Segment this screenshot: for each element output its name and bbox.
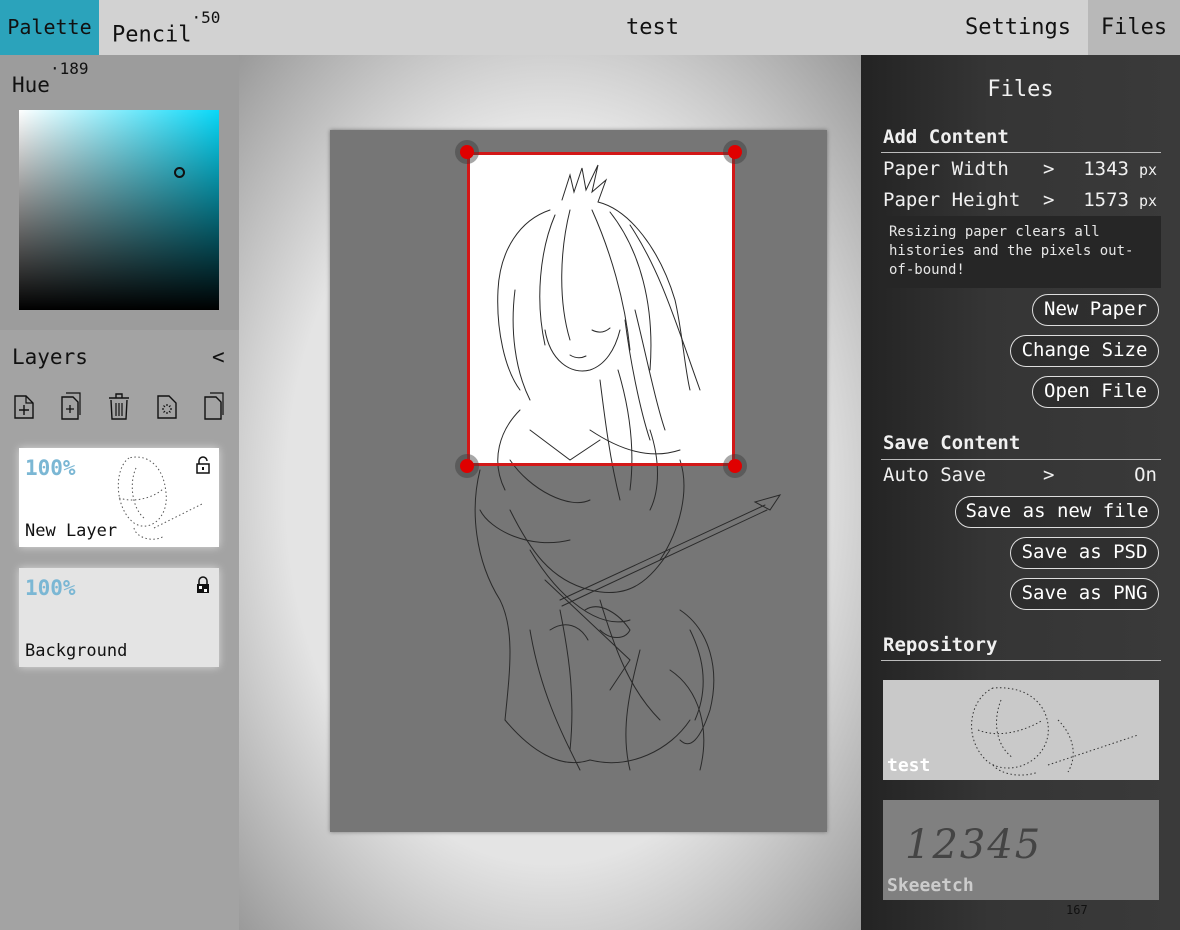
layers-title: Layers (12, 345, 88, 369)
chevron-right-icon: > (1043, 189, 1055, 211)
lock-icon[interactable] (195, 576, 211, 594)
auto-save-label: Auto Save (883, 464, 986, 486)
paper-height-label: Paper Height (883, 189, 1021, 211)
paper-width-value[interactable]: 1343 (1083, 158, 1129, 180)
canvas-area[interactable] (239, 55, 861, 930)
hue-control[interactable]: Hue·189 (12, 59, 88, 97)
paper-width-row[interactable]: Paper Width > 1343 px (883, 158, 1159, 186)
palette-tab-label: Palette (7, 15, 92, 39)
layer-name: New Layer (25, 521, 118, 541)
paper-height-row[interactable]: Paper Height > 1573 px (883, 189, 1159, 217)
chevron-right-icon: > (1043, 464, 1055, 486)
resize-warning: Resizing paper clears all histories and … (881, 216, 1161, 288)
repository-preview-text: 12345 (905, 822, 1043, 868)
divider (881, 152, 1161, 153)
left-panel: Hue·189 Layers < 100% New Layer 100% Bac… (0, 55, 239, 930)
open-file-button[interactable]: Open File (1032, 376, 1159, 408)
pencil-tool-button[interactable]: Pencil·50 (112, 0, 220, 55)
saturation-value-picker[interactable] (19, 110, 219, 310)
color-picker-cursor[interactable] (174, 167, 185, 178)
hue-label: Hue (12, 73, 50, 97)
duplicate-layer-icon[interactable] (60, 391, 84, 421)
paper-width-label: Paper Width (883, 158, 1009, 180)
clear-layer-icon[interactable] (155, 391, 179, 421)
layer-item-new-layer[interactable]: 100% New Layer (19, 448, 219, 547)
palette-tab[interactable]: Palette (0, 0, 99, 55)
unlock-icon[interactable] (195, 456, 211, 474)
chevron-right-icon: > (1043, 158, 1055, 180)
tool-size: 50 (201, 8, 221, 27)
resize-handle-top-left[interactable] (460, 145, 474, 159)
layer-name: Background (25, 641, 128, 661)
paper-width-unit: px (1138, 161, 1157, 179)
auto-save-row[interactable]: Auto Save > On (883, 464, 1159, 492)
repository-item-name: Skeeetch (887, 875, 974, 896)
settings-tab[interactable]: Settings (965, 0, 1071, 55)
save-content-title: Save Content (883, 432, 1021, 454)
add-content-title: Add Content (883, 126, 1009, 148)
save-as-psd-button[interactable]: Save as PSD (1010, 537, 1159, 569)
palette-area: Hue·189 (0, 55, 239, 330)
layer-item-background[interactable]: 100% Background (19, 568, 219, 667)
selection-rectangle[interactable] (467, 152, 735, 466)
merge-layer-icon[interactable] (203, 391, 227, 421)
repository-item-skeeetch[interactable]: 12345 Skeeetch (883, 800, 1159, 900)
hue-value: 189 (59, 59, 89, 78)
files-panel: Files Add Content Paper Width > 1343 px … (861, 55, 1180, 930)
save-as-new-file-button[interactable]: Save as new file (955, 496, 1159, 528)
resize-handle-bottom-right[interactable] (728, 459, 742, 473)
files-panel-title: Files (987, 77, 1054, 102)
repository-item-test[interactable]: test (883, 680, 1159, 780)
divider (881, 459, 1161, 460)
top-bar: Palette test Pencil·50 Settings Files (0, 0, 1180, 55)
save-as-png-button[interactable]: Save as PNG (1010, 578, 1159, 610)
delete-layer-icon[interactable] (107, 391, 131, 421)
repository-item-name: test (887, 755, 931, 776)
footer-number: 167 (1066, 903, 1088, 917)
layer-opacity[interactable]: 100% (25, 576, 76, 600)
repository-title: Repository (883, 634, 998, 656)
resize-handle-top-right[interactable] (728, 145, 742, 159)
files-tab[interactable]: Files (1088, 0, 1180, 55)
divider (881, 660, 1161, 661)
layer-opacity[interactable]: 100% (25, 456, 76, 480)
layer-toolbar (10, 391, 232, 421)
paper-height-unit: px (1138, 192, 1157, 210)
resize-handle-bottom-left[interactable] (460, 459, 474, 473)
add-layer-icon[interactable] (12, 391, 36, 421)
paper-height-value[interactable]: 1573 (1083, 189, 1129, 211)
collapse-layers-button[interactable]: < (212, 345, 225, 369)
change-size-button[interactable]: Change Size (1010, 335, 1159, 367)
auto-save-value[interactable]: On (1134, 464, 1157, 486)
tool-name: Pencil (112, 22, 192, 48)
new-paper-button[interactable]: New Paper (1032, 294, 1159, 326)
